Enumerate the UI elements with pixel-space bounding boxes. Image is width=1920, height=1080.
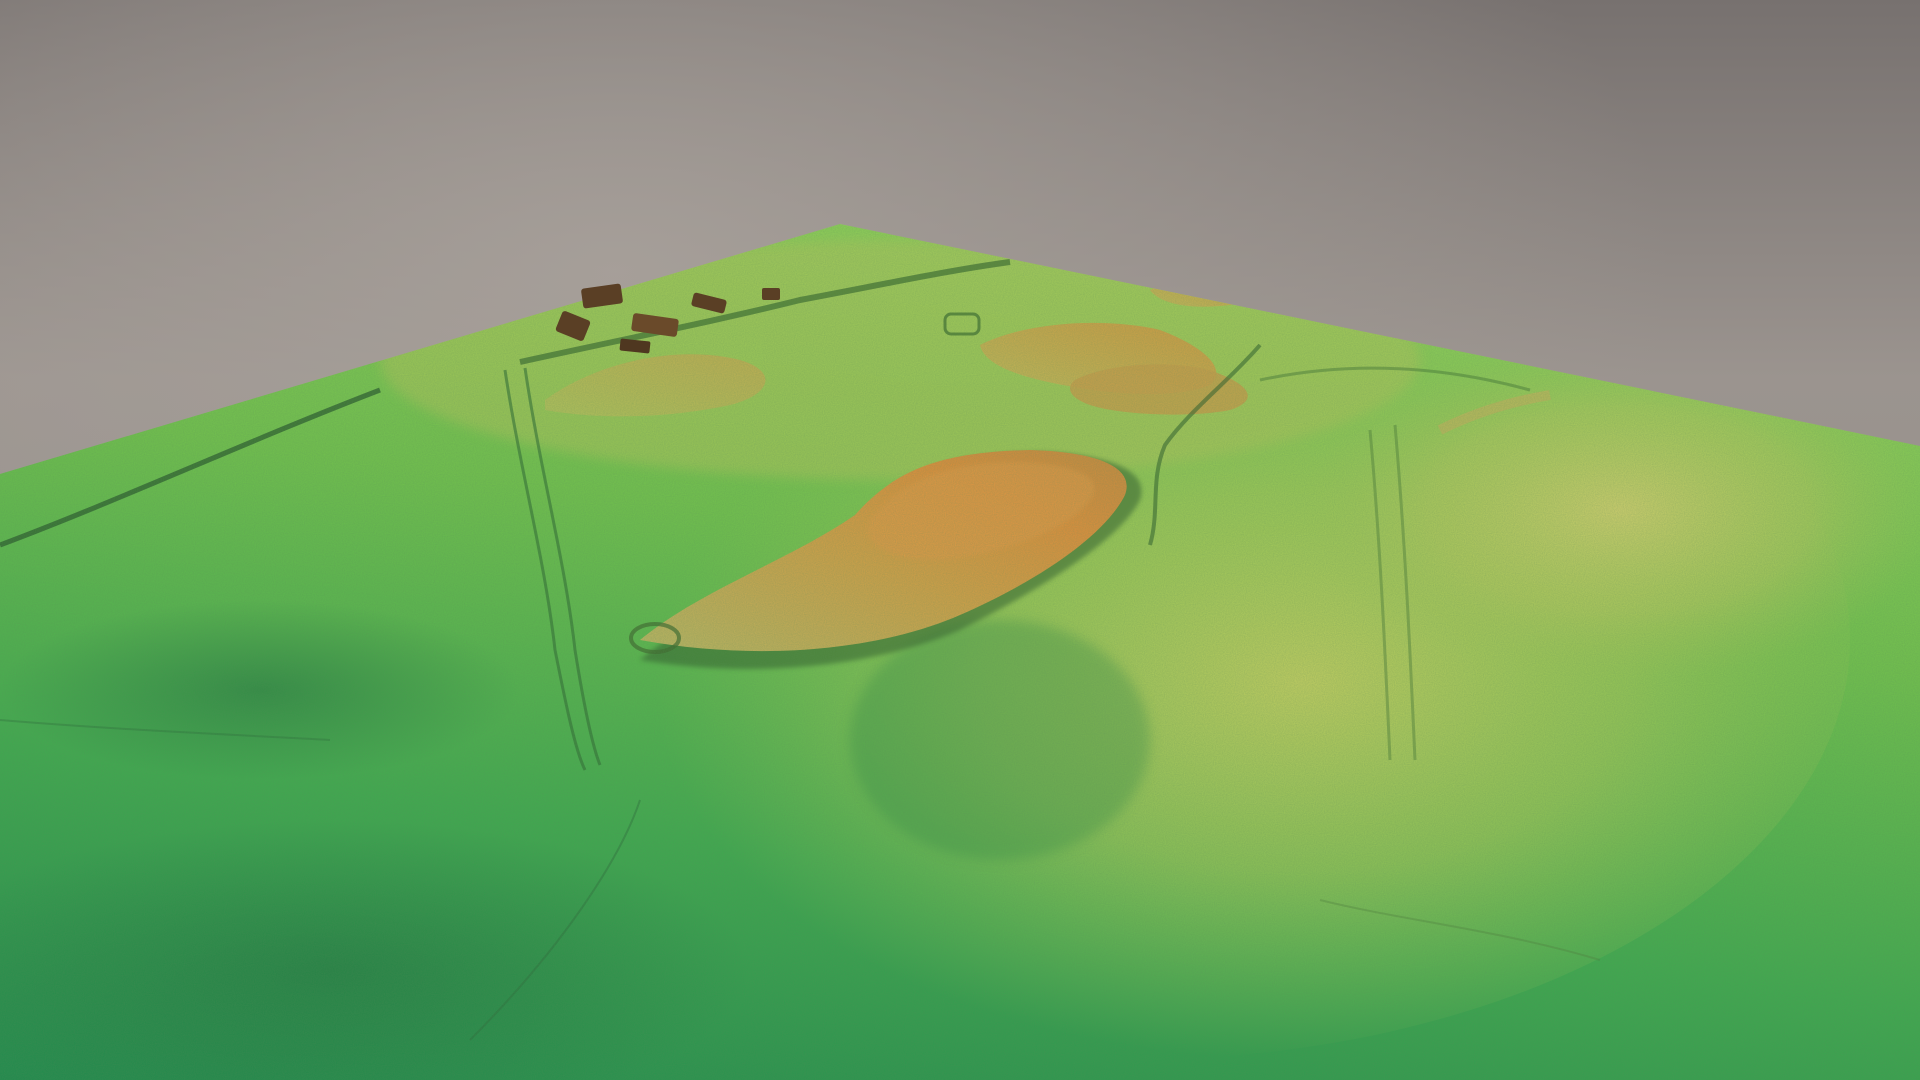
building-5 bbox=[762, 288, 780, 300]
terrain-render bbox=[0, 0, 1920, 1080]
terrain-scene bbox=[0, 0, 1920, 1080]
